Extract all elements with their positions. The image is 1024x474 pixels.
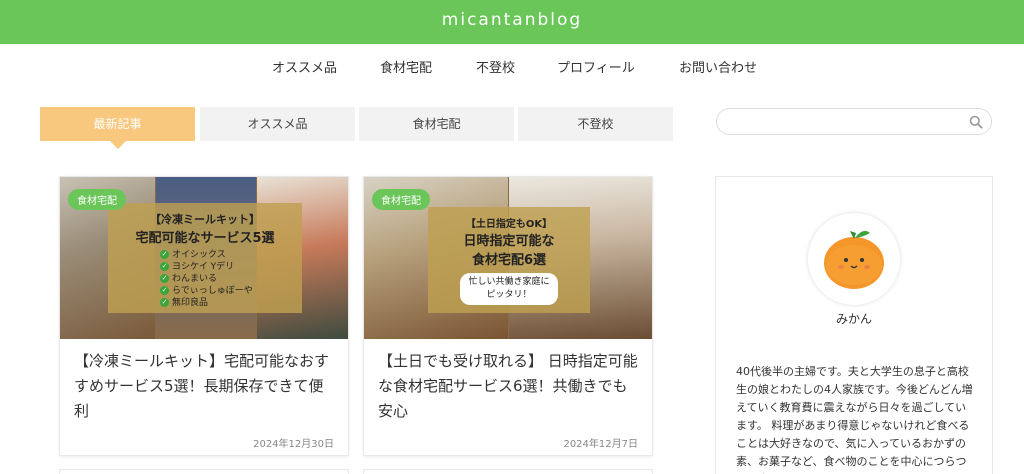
article-card[interactable]: 【冷凍ミールキット】 宅配可能なサービス5選 ✓ オイシックス ✓ ヨシケイ Yデリ… — [59, 176, 349, 456]
thumb-list-item: ヨシケイ Yデリ — [172, 262, 235, 272]
thumb-heading: 宅配可能なサービス5選 — [135, 231, 275, 246]
article-date: 2024年12月30日 — [253, 439, 334, 450]
profile-widget: みかん 40代後半の主婦です。夫と大学生の息子と高校生の娘とわたしの4人家族です… — [715, 176, 993, 474]
check-icon: ✓ — [160, 262, 169, 271]
article-thumbnail[interactable]: 【冷凍ミールキット】 宅配可能なサービス5選 ✓ オイシックス ✓ ヨシケイ Yデリ… — [60, 177, 348, 339]
search-input[interactable] — [727, 113, 967, 131]
article-card-partial[interactable] — [59, 469, 349, 474]
article-thumbnail[interactable]: 【土日指定もOK】 日時指定可能な 食材宅配6選 忙しい共働き家庭に ピッタリ！… — [364, 177, 652, 339]
check-icon: ✓ — [160, 274, 169, 283]
article-title[interactable]: 【土日でも受け取れる】 日時指定可能な食材宅配サービス6選！共働きでも安心 — [378, 349, 640, 424]
thumb-list-item: オイシックス — [172, 250, 226, 260]
mandarin-avatar-illustration — [824, 230, 884, 289]
thumb-speech-bubble: 忙しい共働き家庭に ピッタリ！ — [460, 273, 558, 305]
nav-item-futoko[interactable]: 不登校 — [476, 57, 515, 76]
thumb-list-item: 無印良品 — [172, 298, 209, 308]
active-tab-indicator — [110, 141, 126, 149]
nav-item-contact[interactable]: お問い合わせ — [679, 57, 757, 76]
search-icon[interactable] — [969, 115, 983, 129]
nav-item-shokuzai[interactable]: 食材宅配 — [380, 57, 432, 76]
site-header: micantanblog — [0, 0, 1024, 44]
thumb-heading: 【土日指定もOK】 — [465, 219, 553, 230]
article-tabs: 最新記事 オススメ品 食材宅配 不登校 — [40, 107, 675, 142]
avatar — [808, 213, 900, 305]
thumb-heading: 食材宅配6選 — [471, 253, 547, 268]
thumb-heading: 【冷凍ミールキット】 — [150, 213, 260, 226]
nav-item-profile[interactable]: プロフィール — [557, 57, 635, 76]
article-date: 2024年12月7日 — [563, 439, 638, 450]
thumb-text-overlay: 【冷凍ミールキット】 宅配可能なサービス5選 ✓ オイシックス ✓ ヨシケイ Yデリ… — [108, 203, 302, 313]
thumb-heading: 日時指定可能な — [463, 234, 555, 249]
thumb-list-item: らでぃっしゅぼーや — [172, 286, 253, 296]
thumb-text-overlay: 【土日指定もOK】 日時指定可能な 食材宅配6選 忙しい共働き家庭に ピッタリ！ — [428, 207, 590, 313]
site-title[interactable]: micantanblog — [0, 0, 1024, 40]
main-nav: オススメ品 食材宅配 不登校 プロフィール お問い合わせ — [0, 44, 1024, 86]
check-icon: ✓ — [160, 250, 169, 259]
nav-item-osusume[interactable]: オススメ品 — [272, 57, 337, 76]
article-card[interactable]: 【土日指定もOK】 日時指定可能な 食材宅配6選 忙しい共働き家庭に ピッタリ！… — [363, 176, 653, 456]
thumb-list-item: わんまいる — [172, 274, 218, 284]
search-box — [716, 108, 992, 135]
tab-osusume[interactable]: オススメ品 — [200, 107, 355, 141]
category-badge[interactable]: 食材宅配 — [372, 189, 430, 210]
article-card-partial[interactable] — [363, 469, 653, 474]
tab-latest[interactable]: 最新記事 — [40, 107, 195, 141]
article-title[interactable]: 【冷凍ミールキット】宅配可能なおすすめサービス5選！長期保存できて便利 — [74, 349, 336, 424]
tab-futoko[interactable]: 不登校 — [518, 107, 673, 141]
profile-name: みかん — [835, 312, 872, 326]
profile-bio: 40代後半の主婦です。夫と大学生の息子と高校生の娘とわたしの4人家族です。今後ど… — [736, 365, 973, 474]
check-icon: ✓ — [160, 298, 169, 307]
thumb-bubble-text: 忙しい共働き家庭に — [468, 277, 550, 287]
thumb-bubble-text: ピッタリ！ — [486, 290, 532, 300]
check-icon: ✓ — [160, 286, 169, 295]
tab-shokuzai[interactable]: 食材宅配 — [359, 107, 514, 141]
category-badge[interactable]: 食材宅配 — [68, 189, 126, 210]
